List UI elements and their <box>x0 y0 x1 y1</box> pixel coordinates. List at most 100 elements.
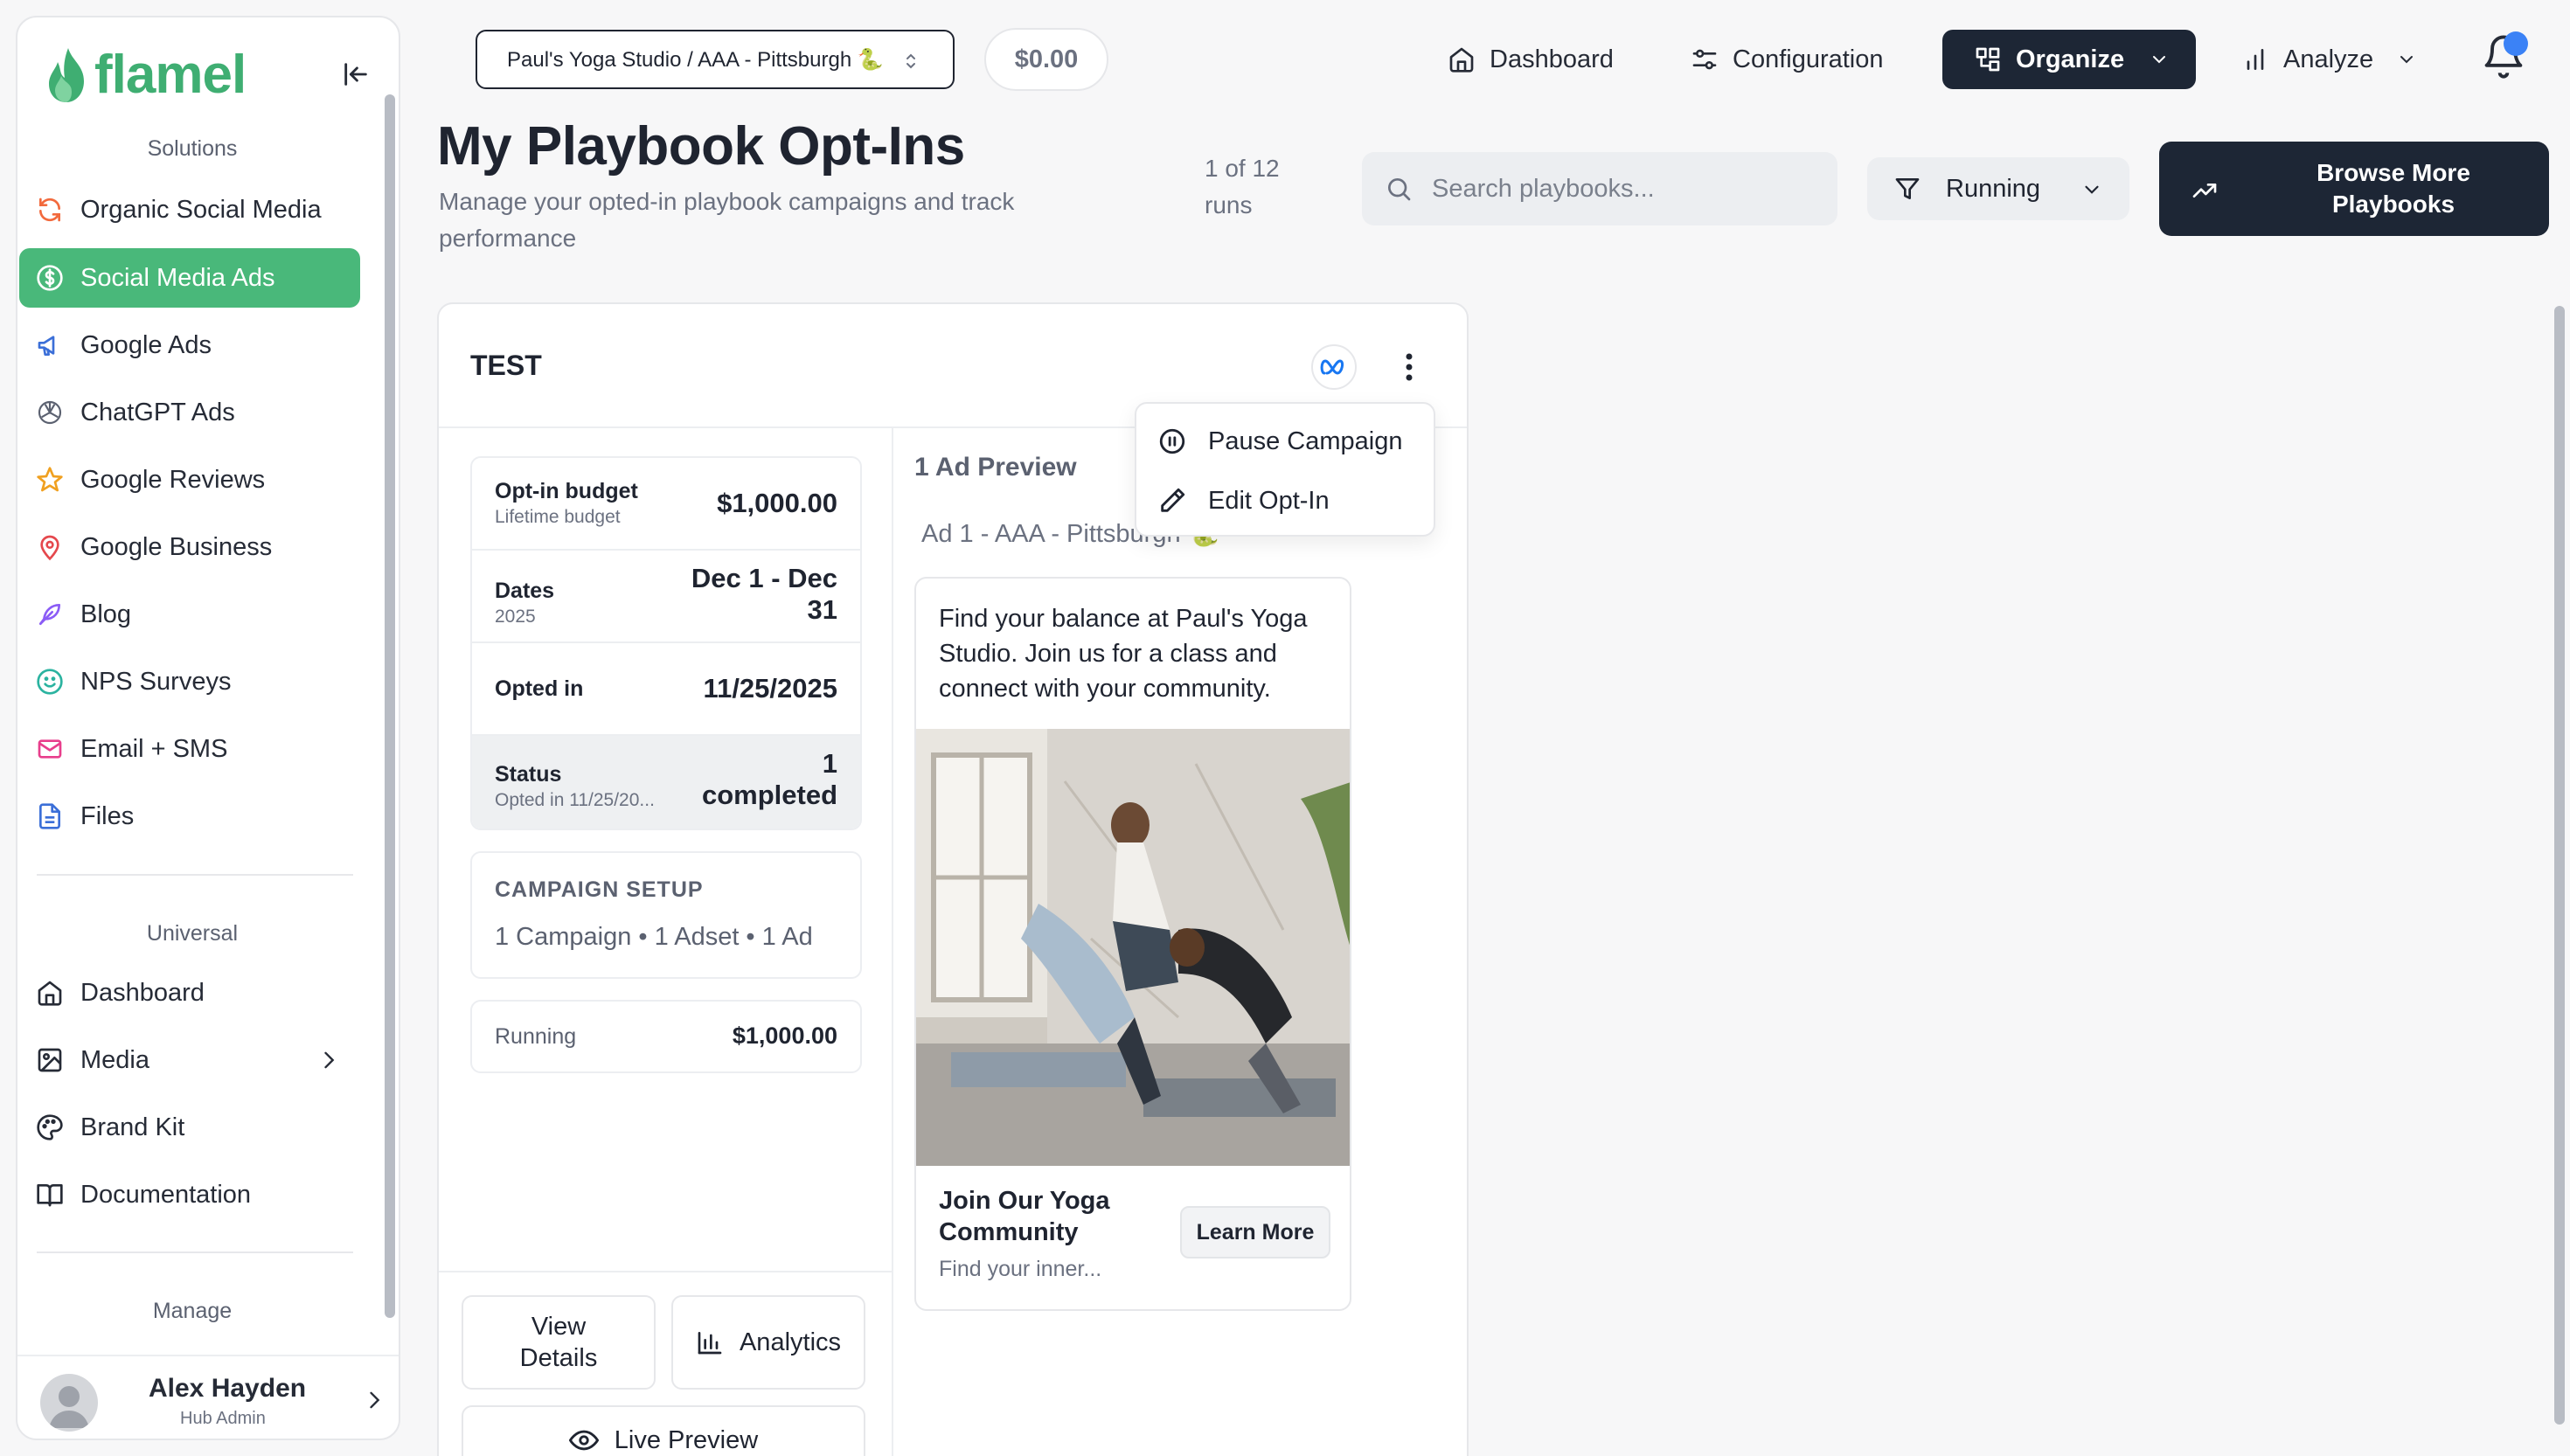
running-budget: Running $1,000.00 <box>470 1000 862 1073</box>
sidebar-item-documentation[interactable]: Documentation <box>19 1165 360 1224</box>
nav-configuration-label: Configuration <box>1733 45 1884 73</box>
sidebar-item-social-media-ads[interactable]: Social Media Ads <box>19 248 360 308</box>
star-icon <box>35 465 65 495</box>
search-icon <box>1388 178 1411 201</box>
refresh-icon <box>35 195 65 225</box>
page-title: My Playbook Opt-Ins <box>437 116 965 177</box>
pause-circle-icon <box>1157 426 1187 456</box>
file-icon <box>35 801 65 831</box>
sidebar-item-google-ads[interactable]: Google Ads <box>19 315 360 375</box>
playbook-card-title: TEST <box>470 350 542 381</box>
ad-description: Find your inner... <box>939 1257 1102 1281</box>
nav-analyze[interactable]: Analyze <box>2241 30 2417 89</box>
nav-configuration[interactable]: Configuration <box>1691 30 1884 89</box>
ad-image <box>916 729 1350 1166</box>
store-selector[interactable]: Paul's Yoga Studio / AAA - Pittsburgh 🐍 <box>476 30 955 89</box>
openai-icon <box>35 398 65 427</box>
chevron-right-icon <box>362 1388 386 1412</box>
status-row: Status Opted in 11/25/20... 1 completed <box>472 736 860 829</box>
ad-primary-text: Find your balance at Paul's Yoga Studio.… <box>939 605 1308 703</box>
sidebar-divider <box>37 874 353 876</box>
view-details-label: View Details <box>520 1311 598 1374</box>
eye-icon <box>568 1425 599 1455</box>
menu-item-pause-campaign[interactable]: Pause Campaign <box>1157 419 1402 463</box>
card-actions-menu: Pause Campaign Edit Opt-In <box>1135 402 1435 537</box>
map-pin-icon <box>35 532 65 562</box>
megaphone-icon <box>35 330 65 360</box>
notification-dot <box>2504 31 2528 56</box>
dates-sub: 2025 <box>495 607 536 627</box>
home-icon <box>1448 45 1476 73</box>
pencil-icon <box>1157 486 1187 516</box>
runs-count: 1 of 12 runs <box>1205 155 1280 218</box>
nav-dashboard-label: Dashboard <box>1490 45 1614 73</box>
browse-more-playbooks-button[interactable]: Browse More Playbooks <box>2159 142 2549 236</box>
status-sub: Opted in 11/25/20... <box>495 790 655 810</box>
dates-value: Dec 1 - Dec 31 <box>691 563 837 626</box>
chevron-right-icon <box>316 1048 341 1072</box>
organize-icon <box>1974 45 2002 73</box>
chevron-down-icon <box>2149 49 2170 70</box>
live-preview-button[interactable]: Live Preview <box>462 1405 865 1456</box>
sidebar-item-email-sms[interactable]: Email + SMS <box>19 719 360 779</box>
nav-organize-label: Organize <box>2016 45 2125 73</box>
sidebar-item-nps-surveys[interactable]: NPS Surveys <box>19 652 360 711</box>
section-label-manage: Manage <box>152 1299 233 1323</box>
ad-preview-label: 1 Ad Preview <box>914 453 1077 482</box>
analytics-button[interactable]: Analytics <box>671 1295 865 1390</box>
ad-preview-card[interactable]: Find your balance at Paul's Yoga Studio.… <box>914 577 1351 1311</box>
image-icon <box>35 1045 65 1075</box>
search-box[interactable] <box>1362 152 1837 225</box>
analytics-label: Analytics <box>739 1328 842 1356</box>
sidebar-item-files[interactable]: Files <box>19 787 360 846</box>
sidebar-item-brand-kit[interactable]: Brand Kit <box>19 1098 360 1157</box>
collapse-sidebar-button[interactable] <box>341 59 371 89</box>
brand-logo[interactable]: flamel <box>45 44 247 106</box>
sidebar-item-media[interactable]: Media <box>19 1030 360 1090</box>
smile-icon <box>35 667 65 697</box>
opted-in-label: Opted in <box>495 676 584 701</box>
palette-icon <box>35 1113 65 1142</box>
meta-platform-icon <box>1311 344 1357 390</box>
dates-value-line-1: Dec 1 - Dec <box>691 563 837 593</box>
user-name: Alex Hayden <box>149 1374 307 1403</box>
status-value-line-2: completed <box>701 780 837 810</box>
balance-badge: $0.00 <box>984 28 1108 91</box>
nav-organize[interactable]: Organize <box>1942 30 2197 89</box>
sidebar-divider <box>37 1251 353 1253</box>
sidebar: flamel Solutions Organic Social Media So… <box>16 16 400 1440</box>
user-role: Hub Admin <box>180 1409 266 1428</box>
sidebar-item-label: Dashboard <box>80 978 205 1007</box>
feather-icon <box>35 600 65 629</box>
menu-item-edit-opt-in[interactable]: Edit Opt-In <box>1157 479 1330 523</box>
menu-item-label: Edit Opt-In <box>1208 486 1330 515</box>
search-input[interactable] <box>1432 174 1816 204</box>
sidebar-item-label: NPS Surveys <box>80 667 232 696</box>
sidebar-item-chatgpt-ads[interactable]: ChatGPT Ads <box>19 383 360 442</box>
avatar <box>40 1374 98 1432</box>
card-column-divider <box>892 428 893 1456</box>
status-filter[interactable]: Running <box>1867 157 2129 220</box>
sidebar-item-blog[interactable]: Blog <box>19 585 360 644</box>
live-preview-label: Live Preview <box>614 1426 759 1454</box>
sidebar-item-google-reviews[interactable]: Google Reviews <box>19 450 360 510</box>
budget-row: Opt-in budget Lifetime budget $1,000.00 <box>472 458 860 551</box>
dollar-icon <box>35 263 65 293</box>
running-value: $1,000.00 <box>732 1023 837 1049</box>
status-filter-label: Running <box>1946 174 2041 203</box>
campaign-setup-label: CAMPAIGN SETUP <box>495 877 704 902</box>
card-menu-button[interactable] <box>1392 350 1427 385</box>
sidebar-item-label: Google Reviews <box>80 465 266 494</box>
sidebar-item-label: Files <box>80 801 135 830</box>
ad-cta-button[interactable]: Learn More <box>1180 1206 1330 1258</box>
chevron-down-icon <box>2396 49 2417 70</box>
view-details-button[interactable]: View Details <box>462 1295 656 1390</box>
sidebar-item-google-business[interactable]: Google Business <box>19 517 360 577</box>
sidebar-item-dashboard[interactable]: Dashboard <box>19 963 360 1023</box>
opted-in-value: 11/25/2025 <box>703 673 837 704</box>
user-menu[interactable]: Alex Hayden Hub Admin <box>17 1355 399 1439</box>
sidebar-scrollbar[interactable] <box>385 94 395 1318</box>
sidebar-item-organic-social-media[interactable]: Organic Social Media <box>19 180 360 239</box>
page-scrollbar[interactable] <box>2554 306 2565 1425</box>
nav-dashboard[interactable]: Dashboard <box>1448 30 1614 89</box>
